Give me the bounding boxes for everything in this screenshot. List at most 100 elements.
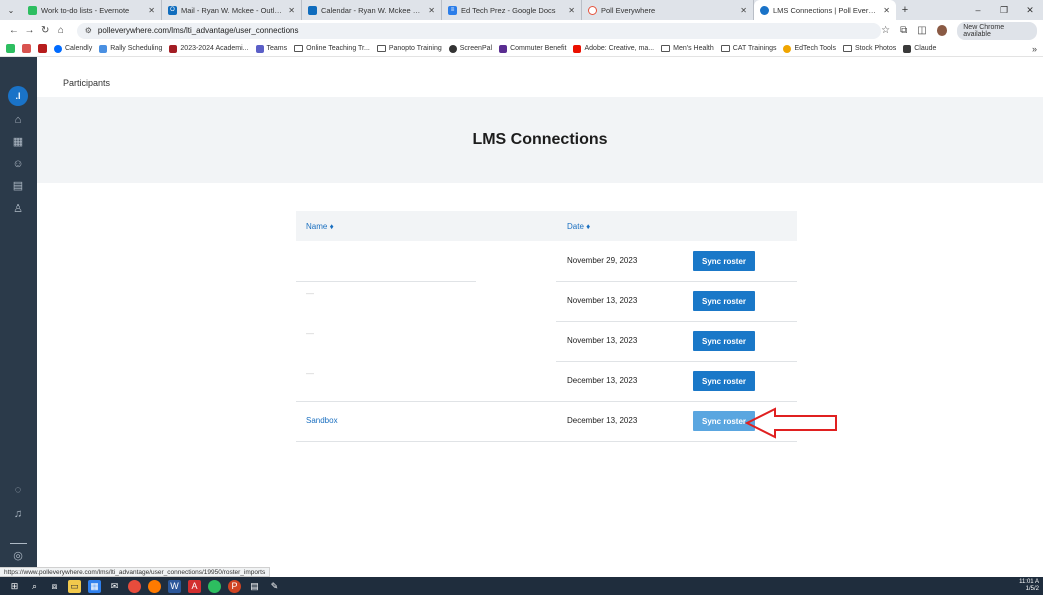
column-header-name[interactable]: Name ♦ [306,222,334,231]
screenpal-icon [448,44,457,53]
bookmark-stock-photos[interactable]: Stock Photos [843,45,896,52]
poll-everywhere-logo-icon[interactable]: .I [8,86,28,106]
tab-lms-connections[interactable]: LMS Connections | Poll Everywh ✕ [754,0,896,20]
bookmark-teams[interactable]: Teams [255,44,287,53]
bookmark-academic-calendar[interactable]: 2023-2024 Academi... [169,44,249,53]
mail-icon[interactable]: ✉ [108,580,121,593]
results-chart-icon[interactable]: ▦ [10,133,26,149]
firefox-icon[interactable] [148,579,161,593]
close-window-icon[interactable]: ✕ [1017,5,1043,16]
bookmark-mens-health[interactable]: Men's Health [661,45,714,52]
tab-title: Poll Everywhere [601,5,656,15]
notifications-bell-icon[interactable]: ♫ [10,506,26,522]
bookmark-rally-scheduling[interactable]: Rally Scheduling [99,44,162,53]
url-bar[interactable]: ⚙ polleverywhere.com/lms/lti_advantage/u… [76,22,882,39]
close-icon[interactable]: ✕ [428,6,435,15]
reports-icon[interactable]: ▤ [10,177,26,193]
folder-icon [843,45,852,52]
tab-outlook-mail[interactable]: O Mail - Ryan W. Mckee - Outloo ✕ [162,0,302,20]
clock-time: 11:01 A [1019,579,1039,585]
paint-icon[interactable]: ✎ [268,580,281,593]
bookmark-calendly[interactable]: Calendly [54,44,92,53]
bookmark-edtech-tools[interactable]: EdTech Tools [783,44,836,53]
tab-title: Ed Tech Prez - Google Docs [461,5,556,15]
more-bookmarks-chevron-icon[interactable]: » [1032,44,1037,54]
close-icon[interactable]: ✕ [148,6,155,15]
chrome-icon[interactable] [128,579,141,593]
powerpoint-icon[interactable]: P [228,579,241,593]
calculator-icon[interactable]: ▤ [248,580,261,593]
home-icon[interactable]: ⌂ [10,112,26,128]
minimize-icon[interactable]: – [965,5,991,15]
store-icon[interactable]: ▦ [88,579,101,593]
sidebar-divider [10,543,27,544]
sync-roster-button[interactable]: Sync roster [693,291,755,311]
close-icon[interactable]: ✕ [568,6,575,15]
tab-outlook-calendar[interactable]: Calendar - Ryan W. Mckee - Ou ✕ [302,0,442,20]
extensions-icon[interactable]: ⧉ [900,25,907,36]
poll-everywhere-favicon-icon [588,5,597,15]
side-panel-icon[interactable]: ◫ [917,25,926,36]
status-bar-url: https://www.polleverywhere.com/lms/lti_a… [0,567,271,577]
close-icon[interactable]: ✕ [288,6,295,15]
clock-date: 1/5/2 [1025,586,1039,592]
home-icon[interactable]: ⌂ [53,25,69,36]
sync-roster-button[interactable]: Sync roster [693,251,755,271]
new-chrome-available-button[interactable]: New Chrome available [957,21,1037,40]
table-header: Name ♦ Date ♦ [296,211,797,241]
connection-date: November 13, 2023 [567,296,638,305]
browser-tab-strip: ⌄ Work to-do lists - Evernote ✕ O Mail -… [0,0,1043,20]
sync-roster-button[interactable]: Sync roster [693,331,755,351]
connection-name[interactable]: — [306,289,314,298]
windows-start-icon[interactable]: ⊞ [8,580,21,593]
file-explorer-icon[interactable]: ▭ [68,579,81,593]
present-icon[interactable]: ♙ [10,200,26,216]
search-icon[interactable]: ⌕ [28,580,41,593]
bookmark-commuter-benefit[interactable]: Commuter Benefit [499,44,566,53]
evernote-bookmark-icon[interactable] [6,44,15,53]
help-icon[interactable]: ◌ [10,482,26,498]
connection-name-sandbox[interactable]: Sandbox [306,416,338,425]
tab-evernote[interactable]: Work to-do lists - Evernote ✕ [22,0,162,20]
word-icon[interactable]: W [168,579,181,593]
bookmark-panopto-training[interactable]: Panopto Training [376,45,442,52]
reload-icon[interactable]: ↻ [37,25,53,36]
table-row: — November 13, 2023 Sync roster [296,281,797,321]
new-tab-plus-icon[interactable]: + [896,0,914,20]
close-icon[interactable]: ✕ [740,6,747,15]
back-arrow-icon[interactable]: ← [6,25,22,36]
bookmark-claude[interactable]: Claude [903,44,936,53]
calendar-icon [169,44,178,53]
address-bar-row: ← → ↻ ⌂ ⚙ polleverywhere.com/lms/lti_adv… [0,20,1043,41]
profile-avatar[interactable] [936,25,948,36]
app-bookmark-icon[interactable] [38,44,47,53]
task-view-icon[interactable]: ⧈ [48,580,61,593]
tab-poll-everywhere[interactable]: Poll Everywhere ✕ [582,0,754,20]
connection-name[interactable]: — [306,329,314,338]
evernote-favicon-icon [28,5,37,15]
taskbar-clock[interactable]: 11:01 A 1/5/2 [1019,579,1039,593]
account-icon[interactable]: ◎ [10,547,26,563]
participants-icon[interactable]: ☺ [10,156,26,172]
tab-google-docs[interactable]: ≡ Ed Tech Prez - Google Docs ✕ [442,0,582,20]
teams-app-icon[interactable] [208,579,221,593]
app-bookmark-icon[interactable] [22,44,31,53]
bookmark-screenpal[interactable]: ScreenPal [448,44,492,53]
bookmark-adobe[interactable]: Adobe: Creative, ma... [573,44,654,53]
site-settings-icon[interactable]: ⚙ [85,26,92,35]
forward-arrow-icon[interactable]: → [22,25,38,36]
window-controls: – ❐ ✕ [965,0,1043,20]
bookmark-cat-trainings[interactable]: CAT Trainings [720,45,776,52]
column-header-date[interactable]: Date ♦ [567,222,590,231]
bookmark-star-icon[interactable]: ☆ [881,25,890,36]
acrobat-icon[interactable]: A [188,579,201,593]
sync-roster-button[interactable]: Sync roster [693,371,755,391]
connection-date: November 29, 2023 [567,256,638,265]
tab-title: Work to-do lists - Evernote [41,5,130,15]
tab-search-chevron-icon[interactable]: ⌄ [0,0,22,20]
close-icon[interactable]: ✕ [883,6,890,15]
connection-name[interactable]: — [306,369,314,378]
participants-link[interactable]: Participants [63,78,110,88]
bookmark-online-teaching[interactable]: Online Teaching Tr... [294,45,370,52]
restore-icon[interactable]: ❐ [991,5,1017,16]
